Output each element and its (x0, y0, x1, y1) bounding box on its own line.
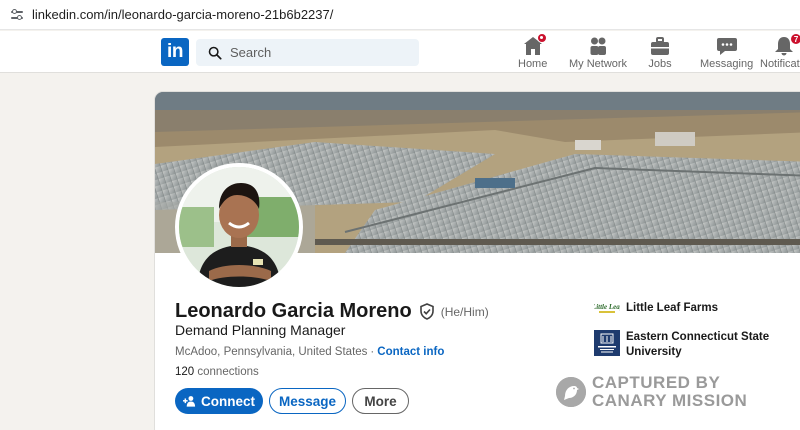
nav-home[interactable]: Home (518, 33, 548, 71)
nav-messaging[interactable]: Messaging (700, 35, 753, 71)
profile-location-row: McAdoo, Pennsylvania, United States · Cont… (175, 346, 444, 358)
people-icon (586, 35, 610, 57)
browser-address-bar[interactable]: linkedin.com/in/leonardo-garcia-moreno-2… (0, 0, 800, 30)
nav-notifications[interactable]: 7 Notificatio (760, 33, 800, 71)
message-button[interactable]: Message (269, 388, 346, 414)
connect-button[interactable]: Connect (175, 388, 263, 414)
profile-location: McAdoo, Pennsylvania, United States (175, 346, 368, 358)
connections-label: connections (197, 366, 259, 378)
nav-my-network-label: My Network (569, 58, 628, 70)
nav-home-label: Home (518, 58, 548, 70)
briefcase-icon (648, 35, 672, 57)
search-input[interactable] (230, 45, 410, 60)
university-logo (594, 330, 620, 356)
profile-name: Leonardo Garcia Moreno (175, 300, 412, 322)
svg-text:Little Leaf: Little Leaf (594, 303, 620, 311)
profile-headline: Demand Planning Manager (175, 322, 346, 338)
education-link[interactable]: Eastern Connecticut State University (594, 330, 776, 360)
notifications-count-badge: 7 (790, 33, 800, 45)
search-box[interactable] (196, 39, 419, 66)
nav-jobs[interactable]: Jobs (648, 35, 672, 71)
linkedin-logo[interactable]: in (161, 38, 189, 66)
nav-jobs-label: Jobs (648, 58, 672, 70)
home-icon (521, 33, 547, 57)
add-person-icon (183, 396, 196, 407)
site-settings-icon[interactable] (10, 8, 24, 22)
profile-photo[interactable] (175, 163, 303, 291)
connect-button-label: Connect (201, 393, 255, 409)
separator-dot: · (370, 346, 375, 358)
top-navigation-bar: in Home My Network Jobs Messaging 7 (0, 31, 800, 73)
watermark-line-1: CAPTURED BY (592, 373, 721, 392)
chat-bubble-icon (715, 35, 739, 57)
little-leaf-farms-logo: Little Leaf (591, 302, 623, 316)
watermark-line-2: CANARY MISSION (592, 391, 748, 410)
message-button-label: Message (278, 393, 337, 409)
connections-count[interactable]: 120 connections (175, 366, 259, 378)
bell-icon: 7 (772, 33, 800, 57)
verified-shield-icon[interactable] (419, 303, 435, 320)
search-icon (208, 46, 222, 60)
company-name: Little Leaf Farms (626, 302, 719, 314)
contact-info-link[interactable]: Contact info (377, 346, 444, 358)
watermark-text: CAPTURED BY CANARY MISSION (592, 374, 747, 410)
home-notification-dot (536, 33, 547, 43)
nav-messaging-label: Messaging (700, 58, 754, 70)
profile-pronouns: (He/Him) (440, 304, 489, 319)
more-button-label: More (364, 393, 397, 409)
canary-bird-icon (556, 377, 586, 407)
profile-name-row: Leonardo Garcia Moreno (He/Him) (175, 300, 489, 323)
canary-mission-watermark: CAPTURED BY CANARY MISSION (556, 374, 747, 410)
nav-notifications-label: Notificatio (760, 58, 800, 70)
connections-number: 120 (175, 366, 195, 378)
url-text[interactable]: linkedin.com/in/leonardo-garcia-moreno-2… (32, 7, 333, 22)
current-company-link[interactable]: Little Leaf Little Leaf Farms (591, 301, 719, 316)
school-name: Eastern Connecticut State University (626, 331, 770, 358)
more-button[interactable]: More (352, 388, 409, 414)
nav-my-network[interactable]: My Network (569, 35, 627, 71)
